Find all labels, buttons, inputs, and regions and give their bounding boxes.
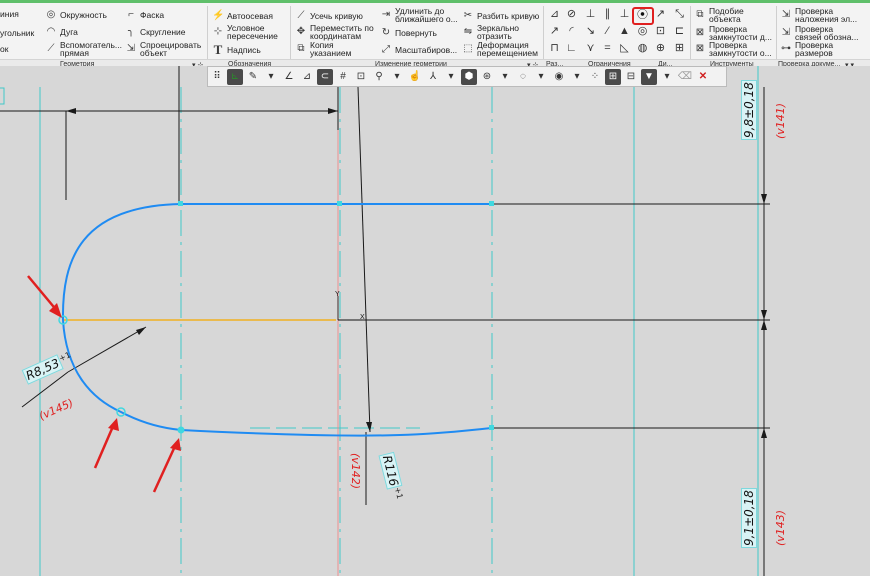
hide-icon[interactable]: ◌ (515, 69, 531, 85)
pan-icon[interactable]: ☝ (407, 69, 423, 85)
sketch-points (58, 201, 494, 434)
chevron-down-icon[interactable]: ▾ (659, 69, 675, 85)
dimension-lines (0, 66, 770, 576)
dim-top-var: (v141) (774, 102, 787, 139)
chevron-down-icon[interactable]: ▾ (389, 69, 405, 85)
sketch-spline-bottom (180, 427, 493, 437)
chevron-down-icon[interactable]: ▾ (443, 69, 459, 85)
dim-bottom-value: 9,1±0,18 (741, 488, 757, 548)
snap-icon[interactable]: ⊾ (227, 68, 243, 85)
annotation-arrow (152, 443, 178, 493)
annotation-arrow (93, 423, 116, 469)
display-icon[interactable]: ⊛ (479, 69, 495, 85)
annotation-arrowhead (170, 438, 181, 451)
arrowhead (66, 108, 76, 114)
pencil-icon[interactable]: ✎ (245, 69, 261, 85)
origin-glyph (337, 296, 362, 321)
dim-bottom-var: (v143) (774, 509, 787, 546)
arrowhead (761, 310, 767, 320)
sketch-point (178, 201, 183, 206)
layers-icon[interactable]: ⊟ (623, 69, 639, 85)
dim-bottom[interactable]: 9,1±0,18 (741, 488, 757, 548)
view-icon[interactable]: ◉ (551, 69, 567, 85)
mirror-snap-icon[interactable]: ⊂ (317, 68, 333, 85)
zoom-icon[interactable]: ⚲ (371, 69, 387, 85)
zoom-box-icon[interactable]: ⊡ (353, 69, 369, 85)
camera-icon[interactable]: ⊞ (605, 68, 621, 85)
chevron-down-icon[interactable]: ▾ (533, 69, 549, 85)
sketch-arc-top (61, 203, 182, 321)
dim-top[interactable]: 9,8±0,18 (741, 80, 757, 140)
chevron-down-icon[interactable]: ▾ (497, 69, 513, 85)
hash-grid-icon[interactable]: # (335, 69, 351, 85)
sketch-point (337, 201, 342, 206)
view-toolbar: ⠿ ⊾ ✎ ▾ ∠ ⊿ ⊂ # ⊡ ⚲ ▾ ☝ ⅄ ▾ ⬢ ⊛ ▾ ◌ ▾ ◉ … (207, 66, 727, 87)
dim-top-value: 9,8±0,18 (741, 80, 757, 140)
eraser-icon[interactable]: ⌫ (677, 69, 693, 85)
arrowhead (328, 108, 338, 114)
constraint-icon[interactable]: ⁘ (587, 69, 603, 85)
arrowhead (761, 428, 767, 438)
annotation-arrowhead (108, 418, 119, 431)
cube-icon[interactable]: ⬢ (461, 68, 477, 85)
close-icon[interactable]: ✕ (695, 69, 711, 85)
sketch-point (177, 426, 185, 434)
grid-handle-icon[interactable]: ⠿ (209, 69, 225, 85)
dim-r116-var: (v142) (349, 453, 362, 490)
sketch-arc-bottom (62, 319, 182, 431)
axis-x-label: X (360, 314, 365, 321)
arrowhead (136, 327, 146, 335)
axes-icon[interactable]: ⅄ (425, 69, 441, 85)
arrowhead (761, 320, 767, 330)
red-arrows (27, 275, 181, 493)
axis-y-label: Y (335, 291, 340, 298)
filter-icon[interactable]: ▼ (641, 68, 657, 85)
dim-line-r116 (357, 86, 371, 433)
arrowhead (366, 422, 372, 432)
sketch-point (489, 201, 494, 206)
dim-line-r853 (67, 326, 147, 373)
angle-icon[interactable]: ∠ (281, 69, 297, 85)
partial-label-box (0, 87, 5, 105)
chevron-down-icon[interactable]: ▾ (263, 69, 279, 85)
sketch-point (489, 425, 494, 430)
construction-lines (39, 66, 759, 576)
chevron-down-icon[interactable]: ▾ (569, 69, 585, 85)
arrowhead (761, 194, 767, 204)
ruler-icon[interactable]: ⊿ (299, 69, 315, 85)
